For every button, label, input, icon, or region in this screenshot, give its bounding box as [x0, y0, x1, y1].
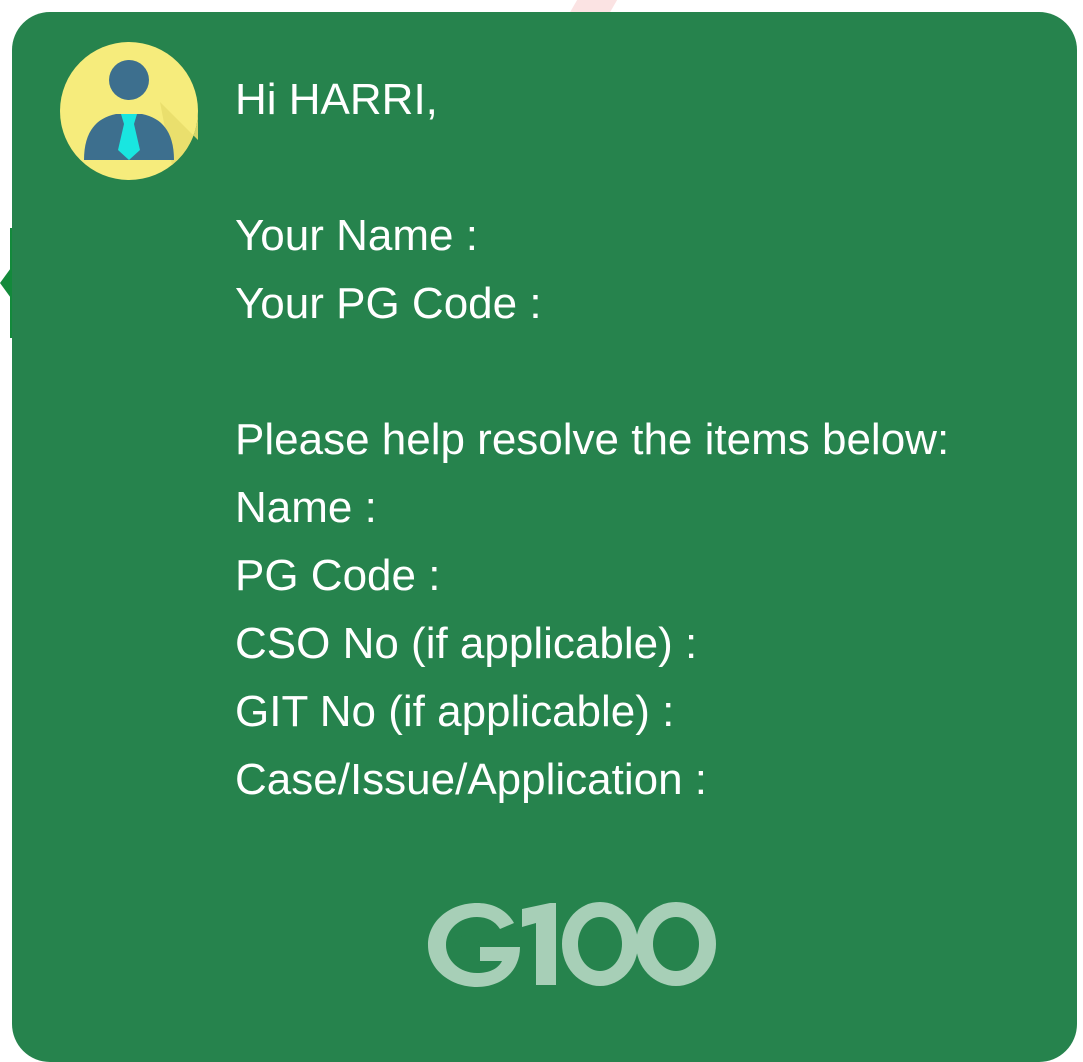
message-body: Hi HARRI, Your Name : Your PG Code : Ple… — [235, 66, 949, 814]
git-no-label: GIT No (if applicable) : — [235, 687, 675, 736]
cso-no-label: CSO No (if applicable) : — [235, 619, 698, 668]
user-avatar-icon — [60, 42, 198, 180]
greeting-text: Hi HARRI, — [235, 75, 438, 124]
your-pg-code-label: Your PG Code : — [235, 279, 542, 328]
g100-logo — [428, 902, 716, 987]
your-name-label: Your Name : — [235, 211, 478, 260]
pg-code-label: PG Code : — [235, 551, 441, 600]
name-label: Name : — [235, 483, 377, 532]
request-heading: Please help resolve the items below: — [235, 415, 950, 464]
case-issue-application-label: Case/Issue/Application : — [235, 755, 708, 804]
